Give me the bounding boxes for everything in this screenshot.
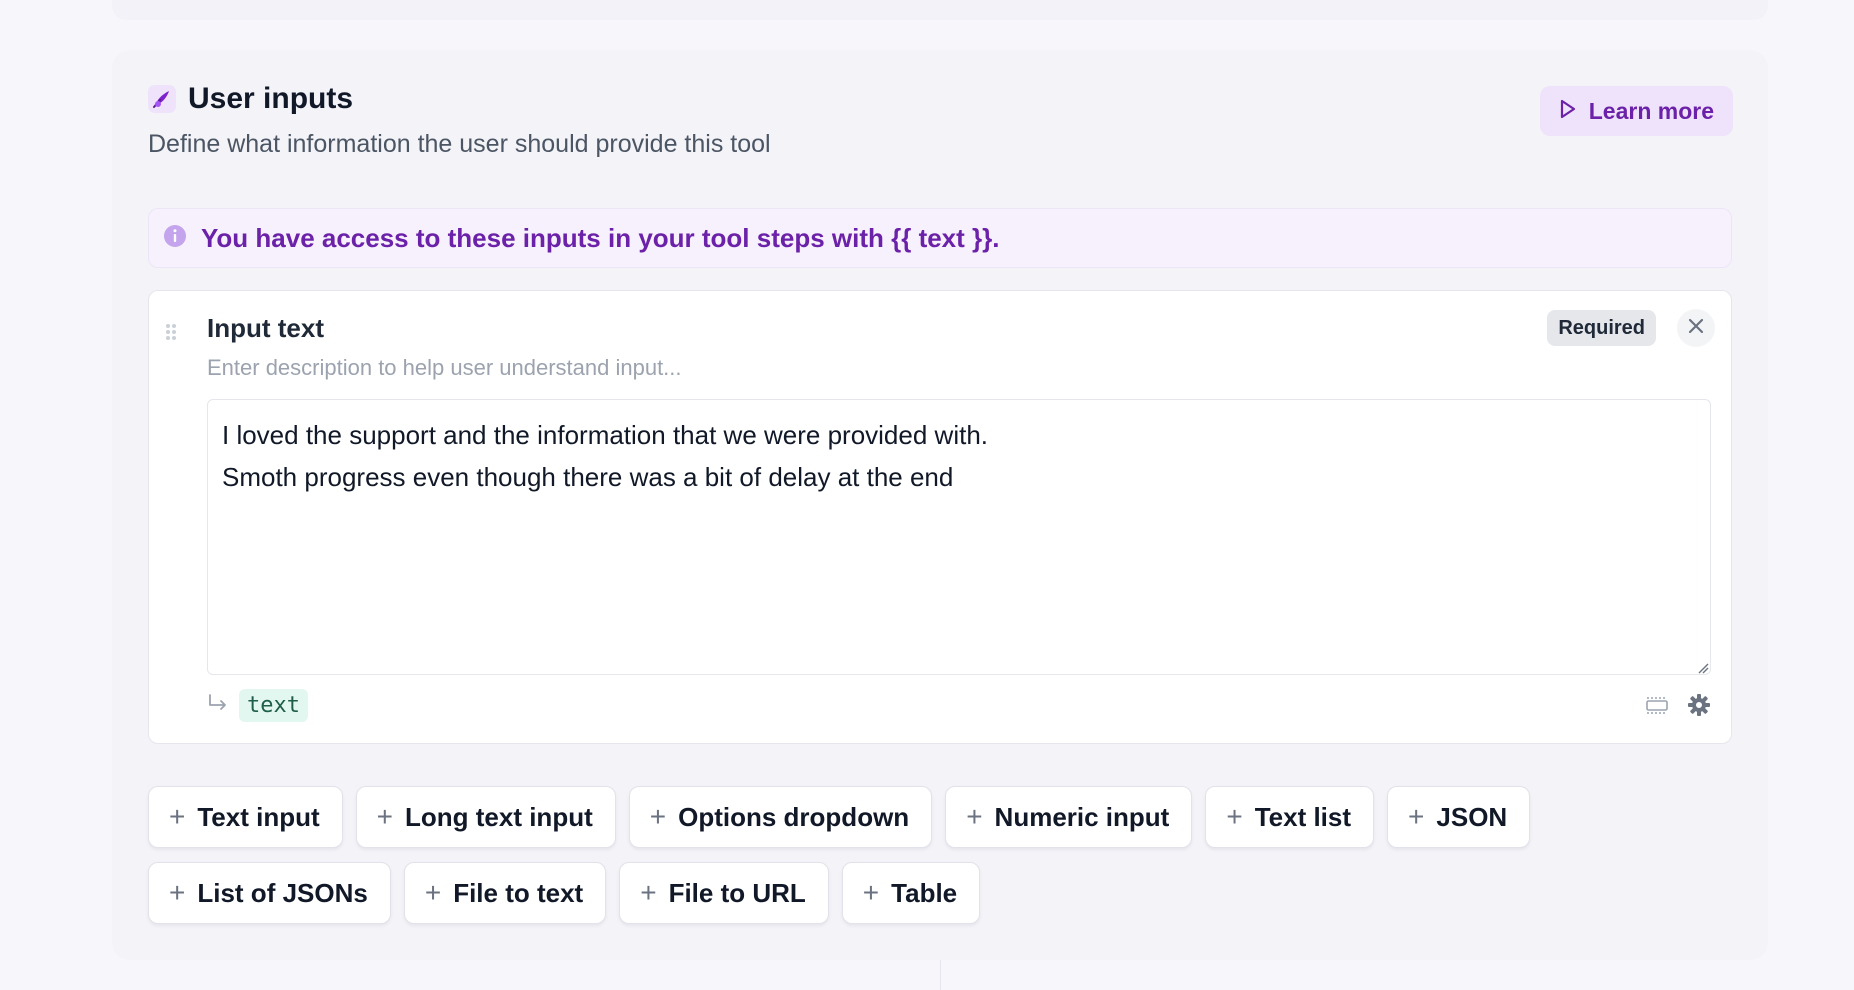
user-inputs-panel: User inputs Define what information the …	[112, 50, 1768, 960]
add-text-list-button[interactable]: + Text list	[1205, 786, 1375, 848]
add-text-input-button[interactable]: + Text input	[148, 786, 343, 848]
plus-icon: +	[966, 801, 983, 832]
variable-row: text	[207, 689, 308, 722]
feather-pen-icon	[148, 85, 176, 113]
close-icon	[1687, 317, 1705, 340]
add-input-row-2: + List of JSONs + File to text + File to UR…	[148, 862, 981, 924]
input-value-textarea[interactable]: I loved the support and the information …	[207, 399, 1711, 675]
return-arrow-icon	[207, 693, 229, 718]
remove-input-button[interactable]	[1677, 309, 1715, 347]
drag-handle-icon[interactable]	[165, 323, 177, 346]
previous-section-card	[112, 0, 1768, 20]
add-list-of-jsons-button[interactable]: + List of JSONs	[148, 862, 391, 924]
learn-more-button[interactable]: Learn more	[1539, 86, 1733, 136]
learn-more-label: Learn more	[1588, 97, 1714, 124]
plus-icon: +	[862, 877, 880, 908]
add-long-text-input-button[interactable]: + Long text input	[355, 786, 616, 848]
divider	[940, 960, 941, 990]
plus-icon: +	[424, 877, 442, 908]
section-header: User inputs	[148, 82, 353, 116]
plus-icon: +	[376, 801, 393, 832]
required-badge[interactable]: Required	[1547, 310, 1656, 346]
input-layout-icon[interactable]	[1645, 695, 1669, 720]
add-file-to-text-button[interactable]: + File to text	[403, 862, 607, 924]
add-json-button[interactable]: + JSON	[1387, 786, 1531, 848]
info-banner: You have access to these inputs in your …	[148, 208, 1732, 268]
plus-icon: +	[169, 801, 186, 832]
add-table-button[interactable]: + Table	[841, 862, 981, 924]
gear-icon[interactable]	[1687, 693, 1711, 722]
plus-icon: +	[1408, 801, 1425, 832]
plus-icon: +	[1226, 801, 1243, 832]
plus-icon: +	[169, 877, 186, 908]
add-numeric-input-button[interactable]: + Numeric input	[945, 786, 1193, 848]
info-banner-text: You have access to these inputs in your …	[201, 222, 1000, 253]
input-description-field[interactable]: Enter description to help user understan…	[207, 355, 682, 381]
input-name[interactable]: Input text	[207, 313, 324, 344]
input-tools	[1645, 693, 1711, 722]
section-title: User inputs	[188, 82, 354, 115]
add-file-to-url-button[interactable]: + File to URL	[619, 862, 829, 924]
variable-chip[interactable]: text	[239, 689, 308, 722]
add-input-row-1: + Text input + Long text input + Options dr…	[148, 786, 1531, 848]
plus-icon: +	[649, 801, 667, 832]
play-icon	[1559, 98, 1577, 125]
plus-icon: +	[640, 877, 657, 908]
section-subtitle: Define what information the user should …	[148, 130, 771, 158]
add-options-dropdown-button[interactable]: + Options dropdown	[628, 786, 933, 848]
input-card: Input text Enter description to help use…	[148, 290, 1732, 744]
info-icon	[163, 224, 187, 253]
